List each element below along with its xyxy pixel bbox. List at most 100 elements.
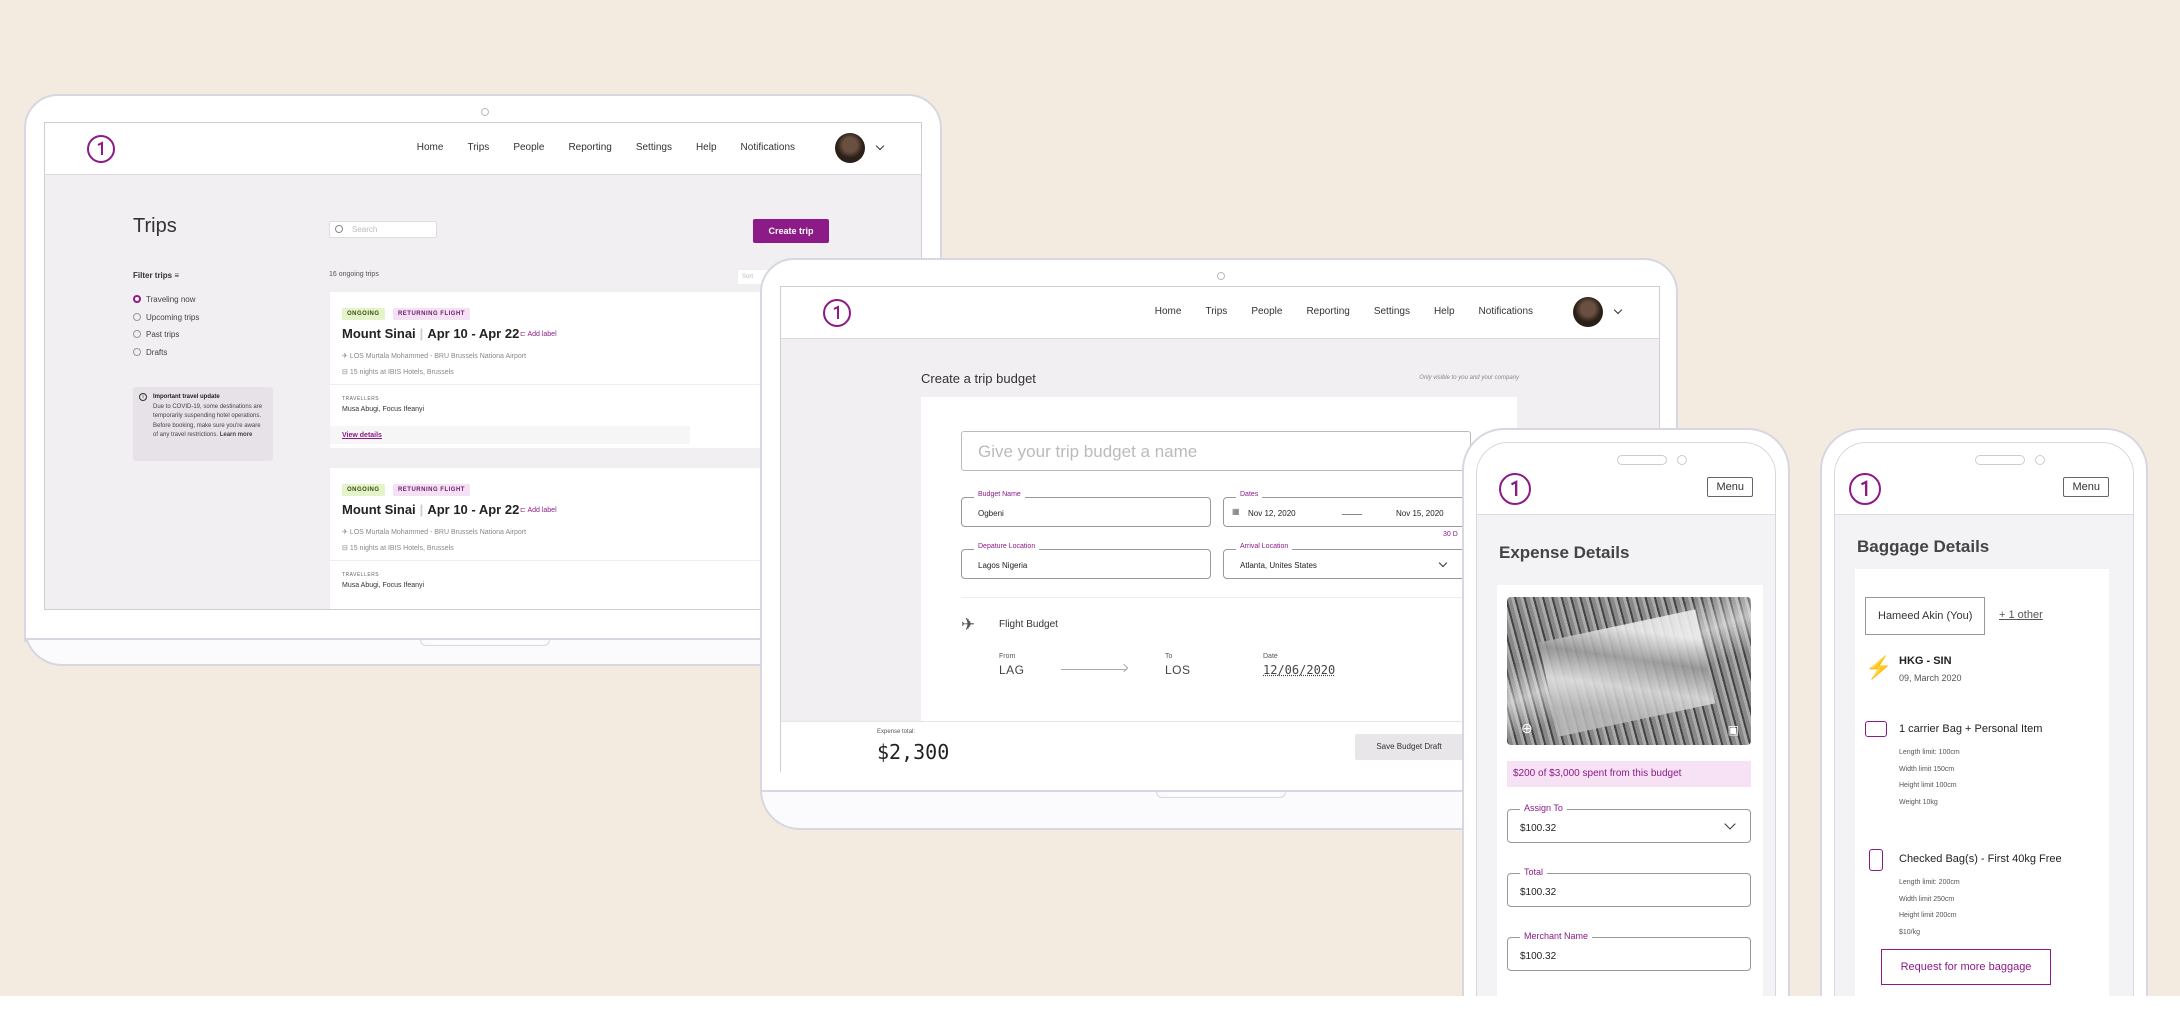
card-footer [330, 426, 690, 444]
flight-date: 09, March 2020 [1899, 673, 1962, 683]
filter-option[interactable]: Past trips [133, 326, 199, 344]
departure-field[interactable]: Depature Location Lagos Nigeria [961, 543, 1211, 579]
expense-label: Expense total: [877, 729, 916, 735]
learn-more-link[interactable]: Learn more [220, 432, 253, 438]
field-label: Budget Name [974, 491, 1025, 498]
nav-notifications[interactable]: Notifications [741, 142, 795, 153]
field-value: Atlanta, Unites States [1240, 561, 1317, 570]
arrival-field[interactable]: Arrival Location Atlanta, Unites States [1223, 543, 1473, 579]
zoom-icon[interactable]: ⊕ [1521, 720, 1533, 737]
assign-to-field[interactable]: Assign To $100.32 [1507, 803, 1751, 843]
total-field[interactable]: Total $100.32 [1507, 867, 1751, 907]
date-value[interactable]: 12/06/2020 [1263, 663, 1335, 677]
nav-people[interactable]: People [513, 142, 544, 153]
travellers-label: TRAVELLERS [342, 572, 380, 578]
chevron-down-icon[interactable] [1724, 818, 1736, 830]
nav-trips[interactable]: Trips [467, 142, 489, 153]
other-travellers-link[interactable]: + 1 other [1999, 609, 2043, 621]
app-logo[interactable] [1499, 473, 1531, 505]
chevron-down-icon[interactable] [1438, 558, 1448, 568]
date-separator [1342, 514, 1362, 515]
camera-icon[interactable]: ▣ [1728, 723, 1739, 737]
phone-baggage: Menu Baggage Details Hameed Akin (You) +… [1820, 428, 2148, 1000]
add-label-link[interactable]: ⊏ Add label [520, 330, 557, 338]
radio[interactable] [133, 330, 141, 338]
budget-name-input[interactable]: Give your trip budget a name [961, 431, 1471, 471]
view-details-link[interactable]: View details [342, 432, 382, 439]
flight-route: LOS Murtala Mohammed - BRU Brussels Nati… [349, 529, 527, 536]
nav-links: Home Trips People Reporting Settings Hel… [1155, 306, 1623, 317]
menu-button[interactable]: Menu [2063, 477, 2109, 497]
budget-name-field[interactable]: Budget Name Ogbeni [961, 491, 1211, 527]
nav-help[interactable]: Help [696, 142, 717, 153]
limit-line: Length limit: 200cm [1899, 879, 1960, 886]
nav-help[interactable]: Help [1434, 306, 1455, 317]
add-label-link[interactable]: ⊏ Add label [520, 506, 557, 514]
flight-route: HKG - SIN [1899, 655, 1952, 667]
nav-home[interactable]: Home [1155, 306, 1182, 317]
nav-reporting[interactable]: Reporting [1306, 306, 1349, 317]
filter-option-label: Drafts [146, 347, 168, 357]
status-badge: ONGOING [342, 308, 385, 320]
plane-icon: ✈ [961, 615, 976, 634]
create-trip-button[interactable]: Create trip [753, 219, 829, 243]
merchant-name-field[interactable]: Merchant Name $100.32 [1507, 931, 1751, 971]
app-logo[interactable] [823, 299, 851, 327]
search-input[interactable]: Search [329, 221, 437, 238]
radio-selected[interactable] [133, 295, 141, 303]
to-label: To [1165, 653, 1173, 660]
start-date: Nov 12, 2020 [1248, 509, 1296, 518]
nav-people[interactable]: People [1251, 306, 1282, 317]
nav-settings[interactable]: Settings [636, 142, 672, 153]
filter-option[interactable]: Drafts [133, 344, 199, 362]
hotel-stay: 15 nights at IBIS Hotels, Brussels [349, 545, 454, 552]
travellers: Musa Abugi, Focus Ifeanyi [342, 406, 425, 413]
app-logo[interactable] [87, 135, 115, 163]
nav-home[interactable]: Home [417, 142, 444, 153]
filter-option[interactable]: Traveling now [133, 291, 199, 309]
dates-field[interactable]: Dates ▦ Nov 12, 2020 Nov 15, 2020 [1223, 491, 1473, 527]
user-avatar[interactable] [835, 133, 865, 163]
save-draft-button[interactable]: Save Budget Draft [1355, 734, 1463, 760]
field-label: Assign To [1520, 803, 1567, 813]
page-title: Expense Details [1499, 543, 1630, 562]
filter-icon: ≡ [174, 271, 180, 280]
radio[interactable] [133, 312, 141, 321]
nav-trips[interactable]: Trips [1205, 306, 1227, 317]
camera [481, 108, 489, 116]
budget-spent-banner: $200 of $3,000 spent from this budget [1507, 761, 1751, 787]
trip-name: Mount Sinai [342, 502, 416, 517]
budget-form: Give your trip budget a name Budget Name… [921, 397, 1517, 727]
limit-line: Height limit 200cm [1899, 912, 1957, 919]
nav-notifications[interactable]: Notifications [1479, 306, 1533, 317]
flight-info: ✈ LOS Murtala Mohammed - BRU Brussels Na… [342, 528, 526, 536]
checked-bag-limits: Length limit: 200cm Width limit 250cm He… [1899, 875, 1960, 941]
to-value: LOS [1165, 663, 1191, 677]
flight-route: LOS Murtala Mohammed - BRU Brussels Nati… [349, 353, 527, 360]
trip-badges: ONGOING RETURNING FLIGHT [342, 478, 470, 496]
limit-line: $10/kg [1899, 928, 1921, 936]
app-logo[interactable] [1849, 473, 1881, 505]
traveller-chip[interactable]: Hameed Akin (You) [1865, 597, 1985, 635]
nav-settings[interactable]: Settings [1374, 306, 1410, 317]
menu-button[interactable]: Menu [1707, 477, 1753, 497]
trip-card[interactable]: ONGOING RETURNING FLIGHT Mount Sinai | Apr… [329, 467, 769, 609]
radio[interactable] [133, 347, 141, 356]
request-baggage-button[interactable]: Request for more baggage [1881, 949, 2051, 985]
trip-badges: ONGOING RETURNING FLIGHT [342, 302, 470, 320]
tag-icon: ⊏ [520, 331, 526, 338]
trip-card[interactable]: ONGOING RETURNING FLIGHT Mount Sinai | Apr… [329, 291, 769, 449]
field-label: Total [1520, 867, 1548, 877]
alert-body: Due to COVID-19, some destinations are t… [153, 403, 267, 441]
nav-reporting[interactable]: Reporting [568, 142, 611, 153]
divider [961, 597, 1517, 598]
laptop-notch [1156, 792, 1286, 798]
add-label-text: Add label [527, 331, 557, 338]
user-avatar[interactable] [1573, 297, 1603, 327]
receipt-photo[interactable]: ⊕ ▣ [1507, 597, 1751, 745]
filter-title[interactable]: Filter trips ≡ [133, 271, 179, 280]
trip-dates: Apr 10 - Apr 22 [427, 502, 520, 517]
filter-option[interactable]: Upcoming trips [133, 309, 199, 327]
filter-title-label: Filter trips [133, 271, 173, 280]
page-title: Create a trip budget [921, 371, 1036, 386]
